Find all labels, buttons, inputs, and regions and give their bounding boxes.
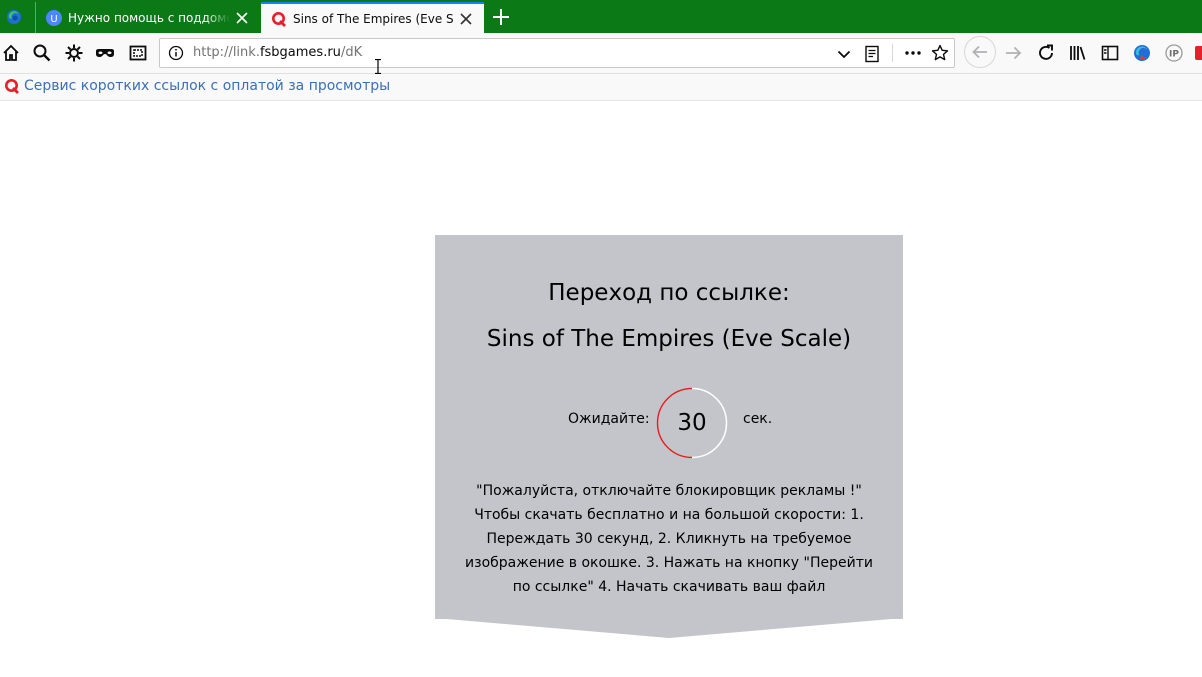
screenshot-icon[interactable] [128,43,148,63]
page-heading: Переход по ссылке: [548,280,790,306]
url-host: fsbgames.ru [259,45,341,60]
bookmarks-toolbar: Сервис коротких ссылок с оплатой за прос… [0,74,1202,101]
tab-title: Нужно помощь с поддоменом [68,10,230,25]
tab-strip: U Нужно помощь с поддоменом Sins of The … [0,0,1202,33]
back-icon [972,45,987,59]
tab-title: Sins of The Empires (Eve Scale) [293,11,454,26]
bookmark-item[interactable]: Сервис коротких ссылок с оплатой за прос… [4,78,390,94]
url-path: /dK [340,45,363,60]
browser-menu-icon[interactable] [6,9,22,25]
home-icon[interactable] [1,43,21,63]
url-scheme: http://link. [193,45,260,60]
tab-helpdesk[interactable]: U Нужно помощь с поддоменом [35,2,260,33]
reload-icon[interactable] [1036,43,1056,63]
ip-icon[interactable]: IP [1164,43,1184,63]
bookmark-label: Сервис коротких ссылок с оплатой за прос… [24,78,391,94]
redirect-card: Переход по ссылке: Sins of The Empires (… [435,235,903,619]
new-tab-icon[interactable] [490,6,512,28]
countdown-value: 30 [677,410,707,436]
instructions-text: "Пожалуйста, отключайте блокировщик рекл… [465,483,873,595]
search-icon[interactable] [32,43,52,63]
info-icon[interactable] [168,45,184,61]
u-favicon-icon: U [46,9,62,26]
forward-icon[interactable] [1004,43,1024,63]
wait-label: Ожидайте: [568,411,650,427]
q-favicon-icon [5,79,19,94]
close-tab-icon[interactable] [230,6,254,30]
address-bar[interactable]: http://link.fsbgames.ru/dK [159,38,955,68]
back-button[interactable] [964,36,996,68]
gear-icon[interactable] [64,43,84,63]
addon-icon[interactable] [1194,43,1202,63]
close-tab-icon[interactable] [454,7,478,31]
target-title: Sins of The Empires (Eve Scale) [486,326,852,352]
navigation-toolbar: http://link.fsbgames.ru/dK IP [0,33,1202,74]
svg-text:U: U [50,14,57,25]
seconds-label: сек. [743,411,773,427]
extension-icon[interactable] [1132,43,1152,63]
sidebar-icon[interactable] [1100,43,1120,63]
tab-sins-of-the-empires[interactable]: Sins of The Empires (Eve Scale) [261,2,484,33]
reader-view-icon[interactable] [864,45,880,63]
countdown-timer: 30 [656,387,728,459]
q-favicon-icon [272,11,286,27]
mask-icon[interactable] [95,43,115,63]
more-actions-icon[interactable] [904,45,922,61]
svg-text:IP: IP [1169,50,1179,60]
library-icon[interactable] [1068,43,1088,63]
card-arrow-tail [435,618,903,638]
bookmark-star-icon[interactable] [931,44,949,62]
chevron-down-icon[interactable] [836,46,852,62]
url-text[interactable]: http://link.fsbgames.ru/dK [193,45,362,60]
text-cursor-icon [375,59,381,74]
url-separator [892,44,893,62]
